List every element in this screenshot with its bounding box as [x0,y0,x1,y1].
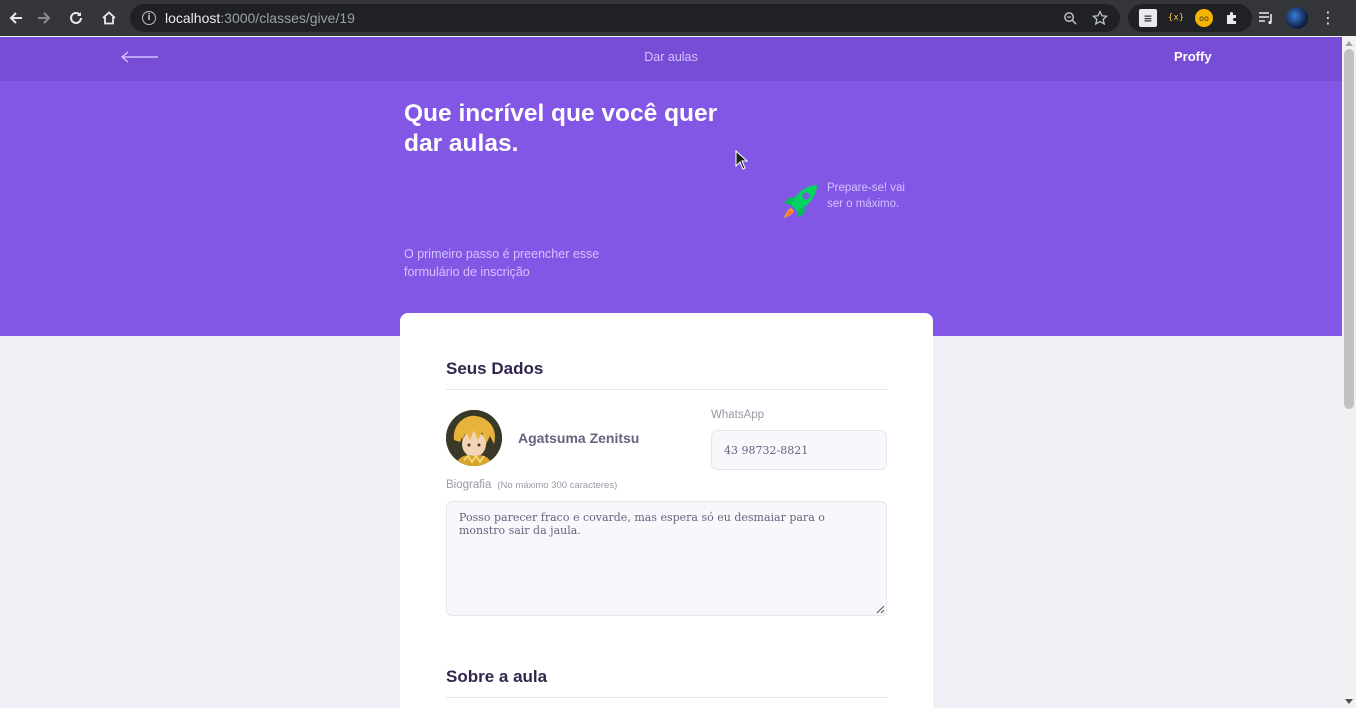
whatsapp-input[interactable] [711,430,887,470]
motivational-tip: Prepare-se! vai ser o máximo. [827,182,905,210]
bio-label-row: Biografia (No máximo 300 caracteres) [446,479,617,491]
rocket-icon [784,185,817,218]
scrollbar-thumb[interactable] [1344,49,1354,409]
zoom-icon[interactable] [1063,11,1078,26]
proffy-logo: Proffy [1174,49,1212,64]
whatsapp-label: WhatsApp [711,409,765,421]
arrow-right-icon [38,12,51,24]
page-viewport: Dar aulas Proffy Que incrível que você q… [0,37,1342,708]
user-name: Agatsuma Zenitsu [518,430,640,446]
mouse-cursor-icon [735,150,749,170]
url-path: :3000/classes/give/19 [220,10,355,26]
bio-textarea[interactable]: Posso parecer fraco e covarde, mas esper… [446,501,887,616]
section-title-personal: Seus Dados [446,359,544,378]
registration-form: Seus Dados Agatsuma Zenitsu WhatsApp Bio… [400,313,933,708]
site-info-icon[interactable]: i [142,11,156,25]
url-host: localhost [165,10,221,26]
scroll-down-arrow-icon[interactable] [1345,699,1353,704]
top-bar-title: Dar aulas [644,50,698,64]
address-bar[interactable]: i localhost:3000/classes/give/19 [130,4,1120,32]
forward-button[interactable] [28,2,60,34]
reload-icon [70,11,82,24]
page-description: O primeiro passo é preencher esse formul… [404,247,600,279]
extensions-puzzle-icon[interactable] [1223,9,1241,27]
arrow-left-icon [9,12,22,24]
user-avatar [446,410,502,466]
url-text: localhost:3000/classes/give/19 [165,10,355,26]
reading-list-icon[interactable] [1258,11,1274,25]
section-divider [446,697,887,698]
top-bar: Dar aulas Proffy [0,37,1342,81]
page-header: Dar aulas Proffy Que incrível que você q… [0,37,1342,336]
page-scrollbar[interactable] [1342,37,1356,708]
menu-kebab-icon[interactable]: ⋮ [1320,10,1336,26]
resize-grip-icon[interactable] [876,605,885,614]
profile-avatar-icon[interactable] [1286,7,1308,29]
scroll-up-arrow-icon[interactable] [1345,41,1353,46]
extension-doc-icon[interactable]: ≡ [1139,9,1157,27]
bookmark-star-icon[interactable] [1092,10,1108,26]
bio-hint: (No máximo 300 caracteres) [497,480,618,491]
browser-toolbar: i localhost:3000/classes/give/19 ≡ {x} o… [0,0,1356,36]
home-icon [102,11,116,25]
section-title-class: Sobre a aula [446,667,548,686]
extensions-bar: ≡ {x} oo [1128,4,1252,32]
reload-button[interactable] [60,2,92,34]
extension-json-icon[interactable]: {x} [1167,9,1185,27]
bio-label: Biografia [446,479,492,491]
extension-eyes-icon[interactable]: oo [1195,9,1213,27]
home-button[interactable] [93,2,125,34]
page-title: Que incrível que você quer dar aulas. [404,100,718,157]
section-divider [446,389,887,390]
